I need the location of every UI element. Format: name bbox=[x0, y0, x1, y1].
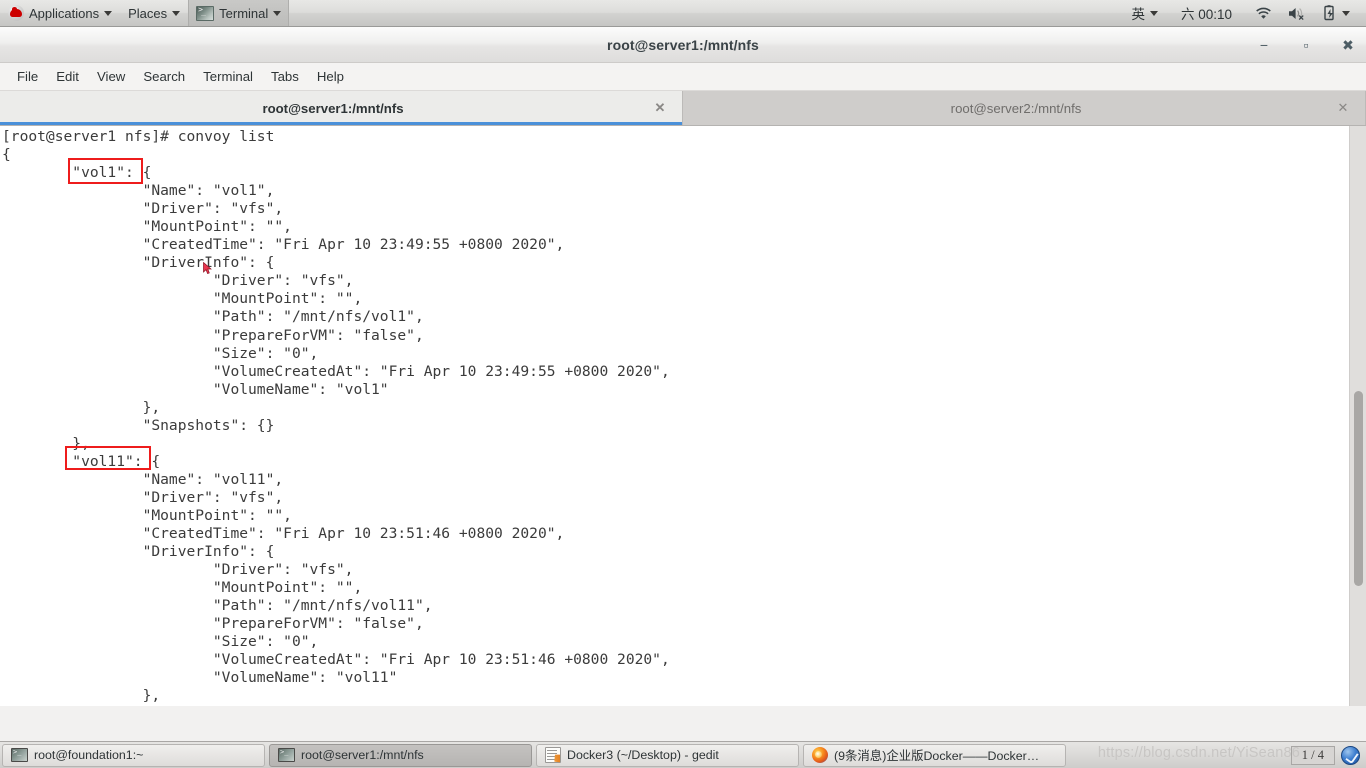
places-menu[interactable]: Places bbox=[120, 0, 188, 26]
taskbar-item-gedit[interactable]: Docker3 (~/Desktop) - gedit bbox=[536, 743, 799, 767]
chevron-down-icon bbox=[1149, 10, 1158, 16]
minimize-button[interactable]: − bbox=[1254, 35, 1274, 55]
battery-status[interactable] bbox=[1315, 0, 1358, 26]
places-menu-label: Places bbox=[128, 5, 168, 21]
taskbar-item-firefox[interactable]: (9条消息)企业版Docker——Docker… bbox=[803, 743, 1066, 767]
battery-charging-icon bbox=[1324, 5, 1334, 21]
menu-edit[interactable]: Edit bbox=[47, 67, 88, 86]
terminal-area: [root@server1 nfs]# convoy list { "vol1"… bbox=[0, 126, 1366, 706]
taskbar-item-foundation1[interactable]: root@foundation1:~ bbox=[2, 743, 265, 767]
gedit-icon bbox=[545, 747, 561, 763]
clock[interactable]: 六 00:10 bbox=[1166, 0, 1247, 26]
terminal-scrollbar[interactable] bbox=[1349, 126, 1366, 706]
taskbar-item-label: root@foundation1:~ bbox=[34, 748, 144, 762]
volume-muted-icon bbox=[1289, 7, 1304, 20]
volume-status[interactable] bbox=[1280, 0, 1315, 26]
terminal-output-pane[interactable]: [root@server1 nfs]# convoy list { "vol1"… bbox=[0, 126, 1349, 706]
terminal-icon bbox=[196, 5, 215, 21]
window-buttons: − ▫ ✖ bbox=[1254, 27, 1358, 63]
taskbar-item-label: root@server1:/mnt/nfs bbox=[301, 748, 424, 762]
top-panel: Applications Places Terminal 英 六 00:10 bbox=[0, 0, 1366, 27]
chevron-down-icon bbox=[104, 10, 113, 16]
window-menu-terminal[interactable]: Terminal bbox=[188, 0, 290, 26]
tab-server1-label: root@server1:/mnt/nfs bbox=[262, 100, 404, 116]
window-titlebar: root@server1:/mnt/nfs − ▫ ✖ bbox=[0, 27, 1366, 63]
redhat-logo-icon bbox=[8, 5, 24, 21]
chevron-down-icon bbox=[1342, 10, 1350, 16]
show-desktop-icon[interactable] bbox=[1341, 745, 1360, 765]
tab-server2-label: root@server2:/mnt/nfs bbox=[950, 100, 1082, 116]
wifi-icon bbox=[1256, 7, 1271, 19]
input-method-label: 英 bbox=[1131, 7, 1145, 22]
taskbar: root@foundation1:~ root@server1:/mnt/nfs… bbox=[0, 741, 1366, 768]
taskbar-item-label: Docker3 (~/Desktop) - gedit bbox=[567, 748, 719, 762]
window-menu-terminal-label: Terminal bbox=[219, 5, 269, 21]
menu-help[interactable]: Help bbox=[308, 67, 353, 86]
firefox-icon bbox=[812, 747, 828, 763]
tab-close-icon[interactable]: ✕ bbox=[652, 100, 668, 116]
terminal-icon bbox=[11, 748, 28, 762]
chevron-down-icon bbox=[172, 10, 181, 16]
applications-menu-label: Applications bbox=[29, 5, 100, 21]
menu-search[interactable]: Search bbox=[134, 67, 194, 86]
tab-server1[interactable]: root@server1:/mnt/nfs ✕ bbox=[0, 91, 683, 125]
tab-close-icon[interactable]: ✕ bbox=[1335, 100, 1351, 116]
terminal-window: root@server1:/mnt/nfs − ▫ ✖ File Edit Vi… bbox=[0, 27, 1366, 741]
terminal-text: [root@server1 nfs]# convoy list { "vol1"… bbox=[2, 128, 670, 706]
top-panel-right: 英 六 00:10 bbox=[1123, 0, 1366, 26]
menu-file[interactable]: File bbox=[8, 67, 47, 86]
menu-view[interactable]: View bbox=[88, 67, 134, 86]
menu-tabs[interactable]: Tabs bbox=[262, 67, 308, 86]
top-panel-left: Applications Places Terminal bbox=[0, 0, 290, 26]
menubar: File Edit View Search Terminal Tabs Help bbox=[0, 63, 1366, 91]
chevron-down-icon bbox=[273, 10, 282, 16]
taskbar-item-label: (9条消息)企业版Docker——Docker… bbox=[834, 749, 1040, 763]
clock-label: 六 00:10 bbox=[1180, 7, 1232, 22]
menu-terminal[interactable]: Terminal bbox=[194, 67, 262, 86]
maximize-button[interactable]: ▫ bbox=[1296, 35, 1316, 55]
workspace-indicator-label: 1 / 4 bbox=[1290, 745, 1335, 765]
workspace-switcher[interactable]: 1 / 4 bbox=[1290, 745, 1364, 765]
applications-menu[interactable]: Applications bbox=[0, 0, 120, 26]
window-title: root@server1:/mnt/nfs bbox=[607, 36, 759, 53]
taskbar-item-server1[interactable]: root@server1:/mnt/nfs bbox=[269, 743, 532, 767]
terminal-icon bbox=[278, 748, 295, 762]
input-method-indicator[interactable]: 英 bbox=[1123, 0, 1166, 26]
close-button[interactable]: ✖ bbox=[1338, 35, 1358, 55]
tab-server2[interactable]: root@server2:/mnt/nfs ✕ bbox=[683, 91, 1366, 125]
scrollbar-thumb[interactable] bbox=[1354, 391, 1363, 586]
wifi-status[interactable] bbox=[1247, 0, 1280, 26]
tab-bar: root@server1:/mnt/nfs ✕ root@server2:/mn… bbox=[0, 91, 1366, 126]
